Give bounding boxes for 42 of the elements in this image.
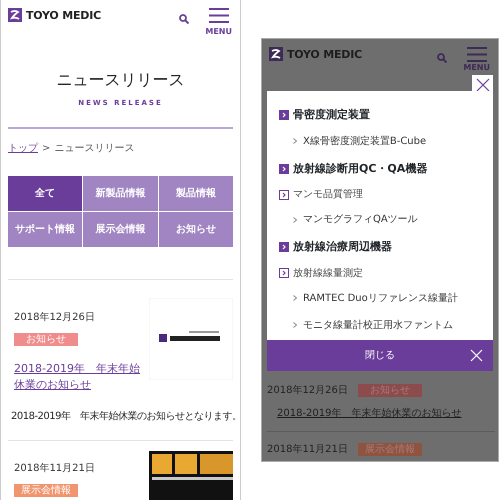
category-tab[interactable]: 全て — [8, 176, 82, 210]
article-date: 2018年11月21日 — [14, 462, 96, 476]
category-tag: お知らせ — [14, 332, 78, 346]
chevron-square-icon — [279, 242, 289, 252]
menu-link[interactable]: X線骨密度測定装置B-Cube — [303, 134, 426, 148]
chevron-icon — [293, 322, 297, 328]
logo: TOYO MEDIC — [287, 48, 362, 60]
breadcrumb-separator: > — [42, 142, 50, 156]
chevron-outline-icon — [279, 268, 289, 278]
chevron-square-icon — [279, 110, 289, 120]
menu-link[interactable]: 放射線線量測定 — [293, 266, 363, 280]
menu-section-link[interactable]: 骨密度測定装置 — [293, 107, 370, 124]
page-title: ニュースリリース — [56, 69, 186, 91]
article-date: 2018年12月26日 — [14, 310, 96, 324]
chevron-icon — [293, 216, 297, 222]
article-title-link[interactable]: 2018-2019年 年末年始休業のお知らせ — [14, 360, 141, 392]
search-icon[interactable] — [179, 14, 190, 24]
close-menu-button[interactable]: 閉じる — [365, 348, 395, 363]
chevron-outline-icon — [279, 190, 289, 200]
category-tag: 展示会情報 — [358, 443, 422, 456]
article-date: 2018年11月21日 — [267, 443, 348, 457]
menu-section-link[interactable]: 放射線診断用QC・QA機器 — [293, 160, 428, 177]
article-date: 2018年12月26日 — [267, 384, 348, 398]
article-excerpt: 2018-2019年 年末年始休業のお知らせとなります。 — [10, 410, 240, 424]
menu-link[interactable]: RAMTEC Duoリファレンス線量計 — [303, 290, 458, 306]
close-icon — [476, 78, 490, 92]
chevron-icon — [293, 138, 297, 144]
menu-icon[interactable] — [208, 8, 229, 23]
menu-label[interactable]: MENU — [205, 28, 232, 36]
logo-icon — [269, 47, 283, 61]
chevron-icon — [293, 295, 297, 301]
logo-icon — [8, 8, 22, 22]
close-icon[interactable] — [470, 349, 483, 362]
menu-section-link[interactable]: 放射線治療周辺機器 — [293, 239, 392, 256]
logo: TOYO MEDIC — [26, 10, 101, 20]
menu-link[interactable]: マンモ品質管理 — [293, 187, 363, 202]
menu-link[interactable]: マンモグラフィQAツール — [303, 212, 418, 227]
breadcrumb-link[interactable]: トップ — [8, 140, 38, 156]
category-tag: 展示会情報 — [14, 484, 78, 496]
menu-link[interactable]: モニタ線量計校正用水ファントム — [303, 318, 453, 332]
breadcrumb-current: ニュースリリース — [54, 142, 134, 156]
chevron-square-icon — [279, 164, 289, 174]
